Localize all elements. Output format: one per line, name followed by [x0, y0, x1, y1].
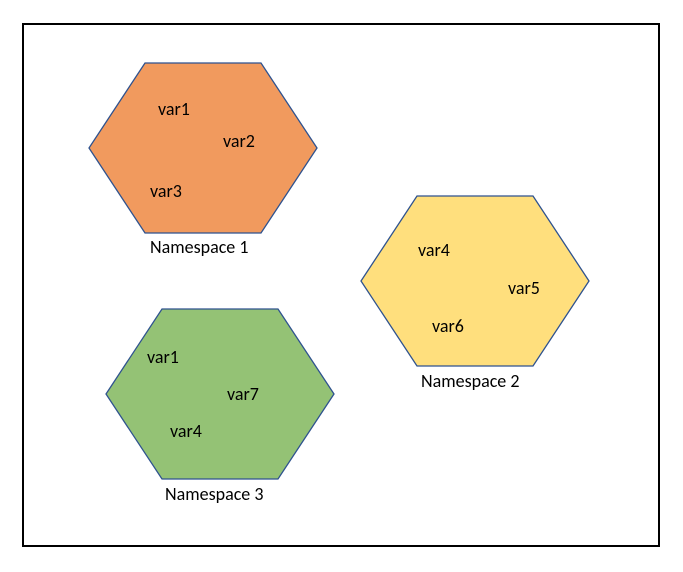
hexagon-icon: [105, 308, 335, 480]
diagram-frame: var1 var2 var3 Namespace 1 var4 var5 var…: [0, 0, 683, 572]
var-label: var2: [223, 130, 255, 152]
namespace-2: var4 var5 var6: [360, 195, 590, 367]
var-label: var3: [150, 180, 182, 202]
namespace-1-label: Namespace 1: [150, 236, 248, 258]
namespace-2-label: Namespace 2: [421, 370, 519, 392]
namespace-1: var1 var2 var3: [88, 62, 318, 234]
var-label: var4: [418, 239, 450, 261]
hexagon-icon: [88, 62, 318, 234]
namespace-3-label: Namespace 3: [165, 483, 263, 505]
var-label: var7: [227, 383, 259, 405]
var-label: var5: [508, 277, 540, 299]
hexagon-icon: [360, 195, 590, 367]
var-label: var6: [432, 315, 464, 337]
var-label: var1: [158, 98, 190, 120]
var-label: var4: [170, 420, 202, 442]
var-label: var1: [147, 346, 179, 368]
namespace-3: var1 var7 var4: [105, 308, 335, 480]
